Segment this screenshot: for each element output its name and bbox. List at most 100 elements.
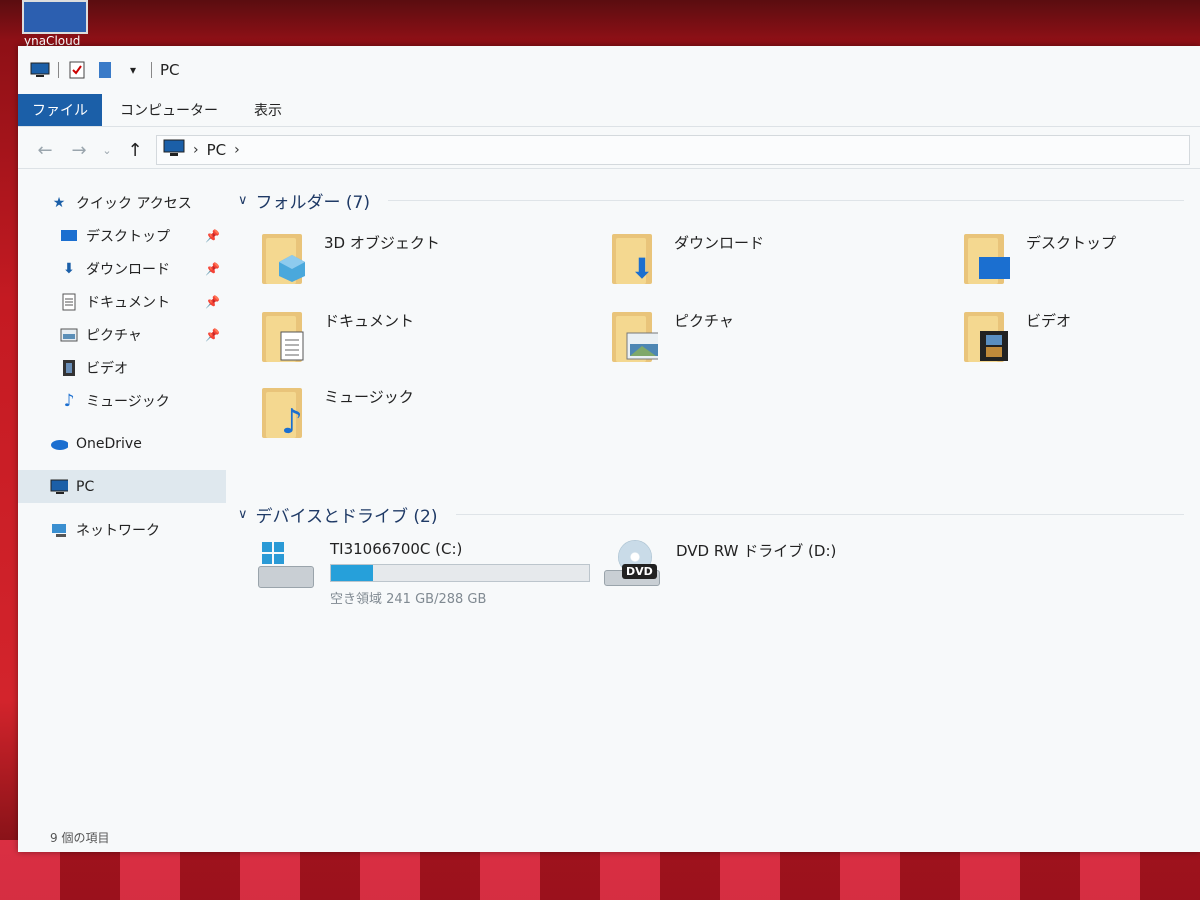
folder-downloads[interactable]: ⬇ ダウンロード [612,228,942,298]
folder-label: デスクトップ [1026,234,1117,252]
window-title: PC [160,61,180,79]
status-bar: 9 個の項目 [18,822,1200,852]
ribbon-tabs: ファイル コンピューター 表示 [18,94,1200,127]
drives-group-header[interactable]: ∨ デバイスとドライブ (2) [238,500,1184,528]
folder-videos[interactable]: ビデオ [964,306,1200,376]
sidebar-item-label: デスクトップ [86,228,170,245]
folder-label: ピクチャ [674,312,734,330]
tab-view[interactable]: 表示 [236,94,300,126]
pin-icon[interactable]: 📌 [205,295,220,309]
folder-label: ダウンロード [674,234,765,252]
sidebar-item-label: ドキュメント [86,294,170,311]
dvd-drive-icon: DVD [604,540,662,594]
sidebar-item-music[interactable]: ♪ ミュージック [18,384,226,417]
folder-icon [964,306,1014,364]
music-note-icon: ♪ [63,390,75,411]
file-explorer-window: ▾ PC ファイル コンピューター 表示 ← → ⌄ ↑ › PC › ★ クイ… [18,46,1200,852]
sidebar-item-onedrive[interactable]: OneDrive [18,427,226,460]
new-folder-icon[interactable] [95,61,115,79]
sidebar-item-documents[interactable]: ドキュメント 📌 [18,285,226,318]
title-bar: ▾ PC [18,46,1200,94]
sidebar-item-label: ミュージック [86,393,170,410]
sidebar-item-label: ピクチャ [86,327,142,344]
divider [455,513,1184,515]
divider [58,62,59,78]
pin-icon[interactable]: 📌 [205,262,220,276]
sidebar-item-pc[interactable]: PC [18,470,226,503]
recent-locations-chevron-icon[interactable]: ⌄ [100,144,114,157]
folder-documents[interactable]: ドキュメント [262,306,592,376]
star-icon: ★ [52,194,66,211]
chevron-down-icon: ∨ [238,506,248,522]
up-arrow-icon[interactable]: ↑ [122,140,148,161]
back-arrow-icon[interactable]: ← [32,140,58,161]
cube-icon [276,252,308,284]
sidebar-item-videos[interactable]: ビデオ [18,351,226,384]
drive-name: DVD RW ドライブ (D:) [676,542,837,560]
computer-icon [163,139,185,161]
drive-usage-bar [330,564,590,582]
drive-c[interactable]: TI31066700C (C:) 空き領域 241 GB/288 GB [258,540,590,607]
drive-free-space: 空き領域 241 GB/288 GB [330,592,487,607]
folder-label: ビデオ [1026,312,1072,330]
desktop-icon [978,252,1010,284]
address-bar[interactable]: › PC › [156,135,1190,165]
film-icon [60,359,78,376]
customize-toolbar-icon[interactable]: ▾ [123,61,143,79]
sidebar-item-downloads[interactable]: ⬇ ダウンロード 📌 [18,252,226,285]
dvd-badge-icon: DVD [622,564,657,579]
folders-group-header[interactable]: ∨ フォルダー (7) [238,186,1184,214]
folder-icon [964,228,1014,286]
drive-name: TI31066700C (C:) [330,540,463,558]
network-icon [50,522,68,538]
breadcrumb-pc[interactable]: PC [207,141,227,159]
picture-icon [60,327,78,343]
sidebar-item-label: ダウンロード [86,261,170,278]
sidebar-item-label: PC [76,478,95,495]
sidebar-item-label: クイック アクセス [76,195,192,212]
folder-label: 3D オブジェクト [324,234,440,252]
folder-icon [262,306,312,364]
forward-arrow-icon[interactable]: → [66,140,92,161]
group-title: フォルダー (7) [255,192,370,213]
folder-3d-objects[interactable]: 3D オブジェクト [262,228,592,298]
pin-icon[interactable]: 📌 [205,328,220,342]
sidebar-item-quick-access[interactable]: ★ クイック アクセス [18,186,226,219]
hard-drive-icon [258,540,316,594]
cloud-icon [50,436,68,452]
sidebar-item-pictures[interactable]: ピクチャ 📌 [18,318,226,351]
desktop-icon [60,228,78,244]
properties-icon[interactable] [67,61,87,79]
folder-desktop[interactable]: デスクトップ [964,228,1200,298]
tab-computer[interactable]: コンピューター [102,94,236,126]
breadcrumb-chevron-icon[interactable]: › [234,142,240,158]
drive-usage-fill [331,565,374,581]
computer-icon [50,479,68,495]
windows-logo-icon [262,542,284,564]
folder-music[interactable]: ♪ ミュージック [262,382,592,452]
divider [388,199,1184,201]
computer-icon [30,61,50,79]
sidebar-item-label: ビデオ [86,360,128,377]
chevron-down-icon: ∨ [238,192,248,208]
document-icon [276,330,308,362]
sidebar-item-label: OneDrive [76,435,142,452]
music-note-icon: ♪ [281,402,303,442]
desktop-shortcut-icon[interactable]: ynaCloud [22,0,88,48]
folder-icon: ⬇ [612,228,662,286]
divider [151,62,152,78]
tab-file[interactable]: ファイル [18,94,102,126]
folder-pictures[interactable]: ピクチャ [612,306,942,376]
film-icon [978,330,1010,362]
breadcrumb-chevron-icon[interactable]: › [193,142,199,158]
folder-icon [262,228,312,286]
navigation-bar: ← → ⌄ ↑ › PC › [18,132,1200,169]
content-pane: ∨ フォルダー (7) 3D オブジェクト ⬇ ダウンロード デスクトップ ドキ… [238,186,1200,822]
sidebar-item-label: ネットワーク [76,522,160,539]
sidebar-item-network[interactable]: ネットワーク [18,513,226,546]
folder-label: ドキュメント [324,312,415,330]
drive-d[interactable]: DVD DVD RW ドライブ (D:) [604,540,836,594]
sidebar-item-desktop[interactable]: デスクトップ 📌 [18,219,226,252]
folder-icon: ♪ [262,382,312,442]
pin-icon[interactable]: 📌 [205,229,220,243]
